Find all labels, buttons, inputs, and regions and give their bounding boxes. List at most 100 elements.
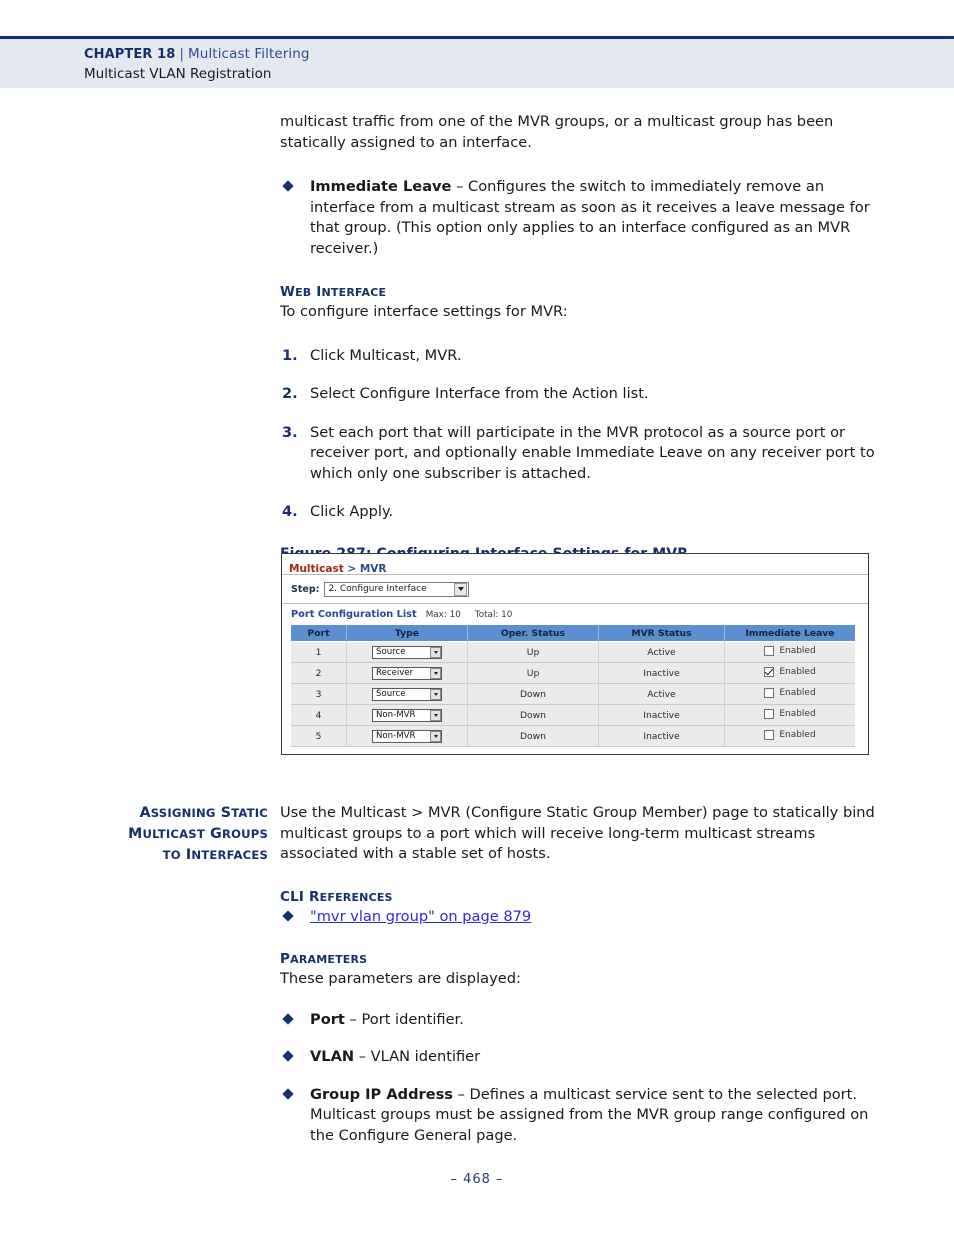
table-row: 5 Non-MVR Down Inactive Enabled — [291, 725, 855, 747]
bullet-immediate-leave: Immediate Leave – Configures the switch … — [280, 177, 880, 259]
table-row: 2 Receiver Up Inactive Enabled — [291, 662, 855, 684]
immediate-leave-label: Enabled — [779, 729, 816, 740]
type-dropdown-value: Non-MVR — [376, 710, 416, 720]
section-side-heading: ASSIGNING STATIC MULTICAST GROUPS TO INT… — [100, 803, 268, 866]
parameter-group-ip-term: Group IP Address — [310, 1085, 453, 1103]
parameters-lead: These parameters are displayed: — [280, 970, 521, 987]
cell-oper-status: Down — [467, 683, 599, 705]
cell-type: Source — [346, 641, 468, 663]
table-header-row: Port Type Oper. Status MVR Status Immedi… — [291, 625, 855, 642]
chapter-topic: Multicast Filtering — [188, 46, 310, 62]
immediate-leave-checkbox[interactable] — [764, 687, 775, 698]
type-dropdown-value: Non-MVR — [376, 731, 416, 741]
type-dropdown[interactable]: Source — [372, 687, 442, 701]
chevron-down-icon[interactable] — [430, 709, 441, 721]
ui-breadcrumb-bar: Multicast > MVR — [282, 554, 868, 575]
step-2-number: 2. — [282, 385, 298, 402]
table-row: 3 Source Down Active Enabled — [291, 683, 855, 705]
cell-type: Receiver — [346, 662, 468, 684]
chevron-down-icon[interactable] — [430, 730, 441, 742]
cell-immediate-leave: Enabled — [724, 704, 855, 726]
cell-immediate-leave: Enabled — [724, 641, 855, 663]
side-heading-line-2: MULTICAST GROUPS — [128, 826, 268, 842]
column-header-mvr-status: MVR Status — [598, 625, 725, 642]
immediate-leave-checkbox[interactable] — [764, 729, 775, 740]
step-select-value: 2. Configure Interface — [328, 584, 427, 594]
step-1-text: Click Multicast, MVR. — [310, 346, 462, 364]
ui-breadcrumb-rest: > MVR — [343, 563, 387, 575]
step-4: 4. Click Apply. — [280, 502, 880, 523]
column-header-port: Port — [291, 625, 347, 642]
parameter-port: Port – Port identifier. — [280, 1010, 880, 1031]
cell-port: 1 — [291, 641, 347, 663]
chevron-down-icon[interactable] — [454, 582, 468, 596]
parameter-port-term: Port — [310, 1010, 345, 1028]
cell-oper-status: Up — [467, 662, 599, 684]
cell-immediate-leave: Enabled — [724, 725, 855, 747]
step-4-number: 4. — [282, 503, 298, 520]
immediate-leave-label: Enabled — [779, 666, 816, 677]
chevron-down-icon[interactable] — [430, 646, 441, 658]
step-3-text: Set each port that will participate in t… — [310, 423, 875, 482]
parameter-vlan-term: VLAN — [310, 1048, 355, 1065]
table-row: 4 Non-MVR Down Inactive Enabled — [291, 704, 855, 726]
page-header-band: CHAPTER 18 | Multicast Filtering Multicast… — [0, 36, 954, 88]
cell-port: 2 — [291, 662, 347, 684]
port-configuration-list-title: Port Configuration List — [291, 609, 417, 620]
immediate-leave-checkbox[interactable] — [764, 666, 775, 677]
step-select-label: Step: — [291, 583, 320, 595]
parameter-vlan-desc: – VLAN identifier — [354, 1048, 481, 1065]
cell-oper-status: Up — [467, 641, 599, 663]
step-1-number: 1. — [282, 346, 298, 364]
step-3: 3. Set each port that will participate i… — [280, 423, 880, 485]
ui-breadcrumb-primary: Multicast — [289, 563, 344, 575]
web-interface-heading: WEB INTERFACE — [280, 284, 387, 300]
step-2: 2. Select Configure Interface from the A… — [280, 384, 880, 405]
ui-step-row: Step: 2. Configure Interface — [282, 575, 868, 604]
cell-mvr-status: Inactive — [598, 725, 725, 747]
type-dropdown[interactable]: Non-MVR — [372, 729, 442, 743]
web-interface-lead: To configure interface settings for MVR: — [280, 303, 568, 320]
figure-switch-web-ui: Multicast > MVR Step: 2. Configure Inter… — [281, 553, 869, 755]
chapter-breadcrumb: CHAPTER 18 | Multicast Filtering — [84, 46, 954, 63]
cell-port: 4 — [291, 704, 347, 726]
step-select-dropdown[interactable]: 2. Configure Interface — [324, 581, 470, 597]
column-header-type: Type — [346, 625, 468, 642]
list-total-count: Total: 10 — [474, 609, 513, 620]
step-3-number: 3. — [282, 423, 298, 441]
diamond-bullet-icon — [282, 1050, 294, 1062]
immediate-leave-label: Enabled — [779, 687, 816, 698]
page-subtitle: Multicast VLAN Registration — [84, 66, 272, 82]
section-paragraph: Use the Multicast > MVR (Configure Stati… — [280, 804, 875, 862]
term-immediate-leave: Immediate Leave — [310, 178, 452, 195]
port-configuration-table: Port Type Oper. Status MVR Status Immedi… — [291, 625, 855, 747]
diamond-bullet-icon — [282, 1012, 294, 1025]
cell-mvr-status: Inactive — [598, 704, 725, 726]
cell-oper-status: Down — [467, 725, 599, 747]
immediate-leave-checkbox[interactable] — [764, 708, 775, 719]
cell-type: Non-MVR — [346, 725, 468, 747]
chevron-down-icon[interactable] — [430, 688, 441, 700]
intro-paragraph: multicast traffic from one of the MVR gr… — [280, 113, 834, 151]
step-1: 1. Click Multicast, MVR. — [280, 346, 880, 367]
cli-reference-link[interactable]: "mvr vlan group" on page 879 — [310, 908, 531, 925]
cell-mvr-status: Inactive — [598, 662, 725, 684]
cell-port: 5 — [291, 725, 347, 747]
column-header-immediate-leave: Immediate Leave — [724, 625, 855, 642]
side-heading-line-1: ASSIGNING STATIC — [139, 805, 268, 821]
parameter-port-desc: – Port identifier. — [344, 1010, 464, 1028]
step-4-text: Click Apply. — [310, 503, 394, 520]
diamond-bullet-icon — [282, 180, 294, 192]
type-dropdown[interactable]: Non-MVR — [372, 708, 442, 722]
diamond-bullet-icon — [282, 909, 294, 922]
page-number: – 468 – — [450, 1172, 504, 1187]
chevron-down-icon[interactable] — [430, 667, 441, 679]
type-dropdown[interactable]: Source — [372, 645, 442, 659]
chapter-label: CHAPTER 18 — [84, 47, 176, 62]
parameter-group-ip-address: Group IP Address – Defines a multicast s… — [280, 1085, 880, 1147]
step-2-text: Select Configure Interface from the Acti… — [310, 385, 649, 402]
type-dropdown[interactable]: Receiver — [372, 666, 442, 680]
table-body: 1 Source Up Active Enabled 2 Receiver Up… — [291, 641, 855, 747]
immediate-leave-checkbox[interactable] — [764, 645, 775, 656]
column-header-oper-status: Oper. Status — [467, 625, 599, 642]
